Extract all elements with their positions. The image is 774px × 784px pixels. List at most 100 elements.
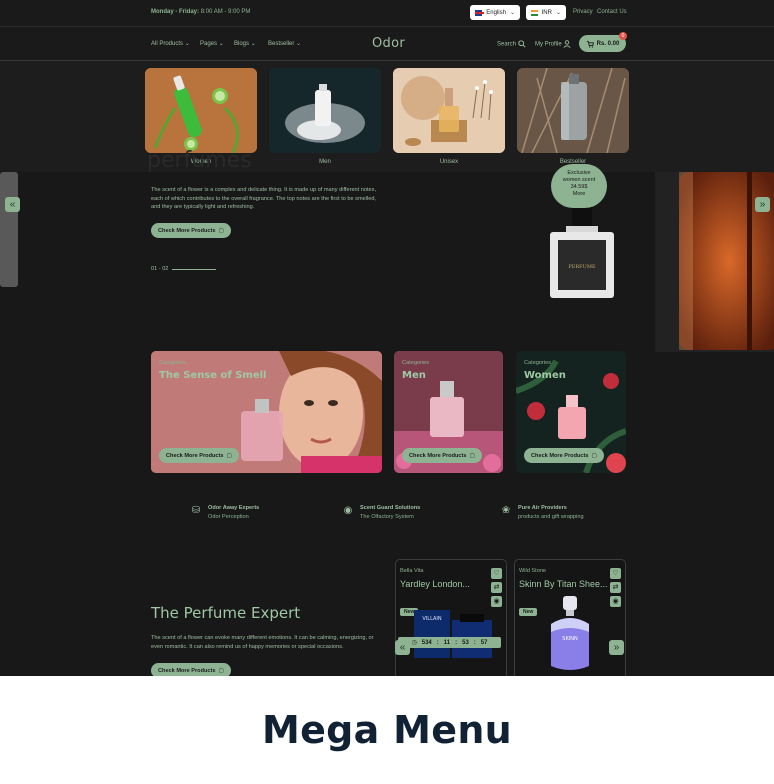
slide-counter: 01 - 02 [151,266,169,272]
feature-text: Pure Air Providers products and gift wra… [518,505,584,520]
mega-label-unisex[interactable]: Unisex [393,159,505,165]
user-icon [563,40,571,48]
slide-progress-line [172,269,216,270]
hero-title: perfumes [147,148,252,173]
my-profile-button[interactable]: My Profile [535,40,571,48]
skinn-perfume-image: SKINN [551,596,589,670]
promo-badge[interactable]: Exclusive women scent 34.59$ More [551,164,607,208]
bottle-label: PERFUME [568,264,596,270]
products-next-arrow[interactable]: » [609,640,624,655]
hero-prev-arrow[interactable]: « [5,197,20,212]
language-value: English [486,9,506,16]
expert-check-products-button[interactable]: Check More Products ▢ [151,663,231,676]
category-check-products-button[interactable]: Check More Products ▢ [524,448,604,463]
feature-text: Scent Guard Solutions The Olfactory Syst… [360,505,420,520]
button-label: Check More Products [531,452,589,459]
wishlist-heart-icon[interactable]: ♡ [491,568,502,579]
promo-more: More [572,191,586,197]
quick-view-eye-icon[interactable]: ◉ [610,596,621,607]
bottle-brand-label: SKINN [562,636,578,642]
nav-bestseller[interactable]: Bestseller ⌄ [268,40,301,47]
cart-total: Rs. 0.00 [596,40,620,47]
product-brand: Bella Vita [400,568,424,574]
button-label: Check More Products [158,227,216,234]
feature-subtitle: Odor Perception [208,514,249,520]
expert-description: The scent of a flower can evoke many dif… [151,635,374,650]
nav-blogs[interactable]: Blogs ⌄ [234,40,256,47]
timer-hours: 11 [443,639,451,646]
compare-icon[interactable]: ⇄ [491,582,502,593]
language-select[interactable]: English ⌄ [470,5,520,20]
product-card[interactable]: Bella Vita Yardley London... ♡ ⇄ ◉ New V… [395,559,507,676]
compare-icon[interactable]: ⇄ [610,582,621,593]
shield-check-icon: ◉ [343,505,353,516]
feature-title: Odor Away Experts [208,505,260,511]
box-label: VILLAIN [422,616,441,622]
mega-card-bestseller[interactable] [517,68,629,153]
hours-time: 8:00 AM - 9:00 PM [200,9,251,15]
product-name[interactable]: Yardley London... [400,579,470,589]
product-brand: Wild Stone [519,568,547,574]
timer-seconds: 57 [480,639,488,646]
mega-menu-panel: Women Men Unisex Bestseller [0,61,774,172]
timer-separator: : [455,639,458,646]
cart-count-badge: 0 [619,32,627,40]
product-card[interactable]: Wild Stone Skinn By Titan Shee... ♡ ⇄ ◉ … [514,559,626,676]
products-prev-arrow[interactable]: « [395,640,410,655]
search-icon [518,40,526,48]
category-check-products-button[interactable]: Check More Products ▢ [159,448,239,463]
search-button[interactable]: Search [497,40,526,48]
category-card-women[interactable]: Categories Women Check More Products ▢ [516,351,626,473]
timer-separator: : [436,639,439,646]
category-card-men[interactable]: Categories Men Check More Products ▢ [394,351,503,473]
shopping-bag-icon: ▢ [218,667,224,674]
promo-price: 34.59$ [570,184,588,190]
site-logo[interactable]: Odor [372,36,405,51]
privacy-link[interactable]: Privacy [573,9,593,15]
shopping-bag-icon: ▢ [469,452,475,459]
hero-next-arrow[interactable]: » [755,197,770,212]
contact-us-link[interactable]: Contact Us [597,9,627,15]
double-chevron-left-icon: « [399,642,406,653]
double-chevron-right-icon: » [613,642,620,653]
nav-pages[interactable]: Pages ⌄ [200,40,224,47]
button-label: Check More Products [158,667,216,674]
profile-label: My Profile [535,41,562,48]
promo-line: Exclusive [567,170,591,176]
feature-subtitle: The Olfactory System [360,514,414,520]
new-badge: New [519,608,538,616]
currency-select[interactable]: INR ⌄ [526,5,566,20]
double-chevron-right-icon: » [759,199,766,210]
category-eyebrow: Categories [159,360,187,366]
nav-all-products[interactable]: All Products ⌄ [151,40,190,47]
wishlist-heart-icon[interactable]: ♡ [610,568,621,579]
category-check-products-button[interactable]: Check More Products ▢ [402,448,482,463]
nav-label: Bestseller [268,41,295,47]
mega-label-men[interactable]: Men [269,159,381,165]
timer-minutes: 53 [462,639,469,646]
mega-card-women[interactable] [145,68,257,153]
women-category-image [145,68,257,153]
hero-description: The scent of a flower is a complex and d… [151,187,377,210]
double-chevron-left-icon: « [9,199,16,210]
gift-icon: ⛁ [191,505,201,516]
promo-line: women scent [562,177,596,183]
caption-banner: Mega Menu [0,676,774,784]
mega-card-unisex[interactable] [393,68,505,153]
quick-view-eye-icon[interactable]: ◉ [491,596,502,607]
feature-item: ❀ Pure Air Providers products and gift w… [500,505,584,520]
hero-check-products-button[interactable]: Check More Products ▢ [151,223,231,238]
top-bar: Monday - Friday: 8:00 AM - 9:00 PM Engli… [0,0,774,26]
feature-title: Scent Guard Solutions [360,505,421,511]
product-name[interactable]: Skinn By Titan Shee... [519,579,608,589]
button-label: Check More Products [166,452,224,459]
mega-card-men[interactable] [269,68,381,153]
screenshot-area: Monday - Friday: 8:00 AM - 9:00 PM Engli… [0,0,774,676]
main-nav: All Products ⌄ Pages ⌄ Blogs ⌄ Bestselle… [0,26,774,61]
feature-text: Odor Away Experts Odor Perception [208,505,259,520]
category-eyebrow: Categories [402,360,430,366]
clock-icon: ◷ [411,640,417,646]
category-card-sense-of-smell[interactable]: Categories The Sense of Smell Check More… [151,351,382,473]
nav-label: Blogs [234,41,250,47]
chevron-down-icon: ⌄ [509,10,515,16]
